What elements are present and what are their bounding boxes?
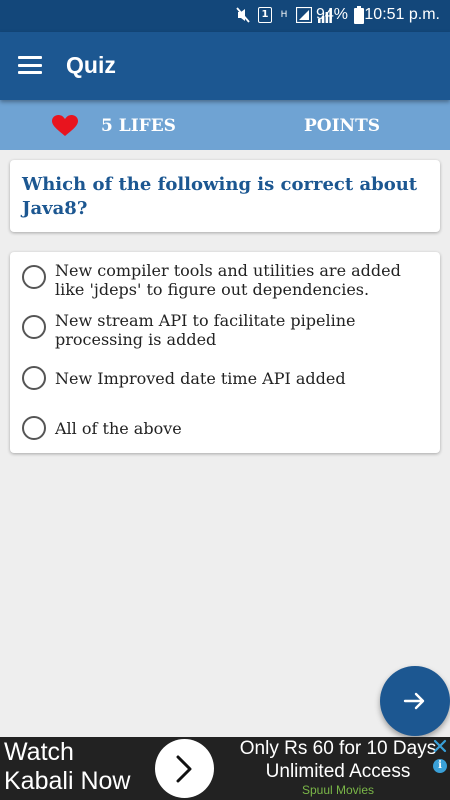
battery-percentage: 94% xyxy=(315,6,348,23)
points-label: POINTS xyxy=(304,116,381,136)
question-card: Which of the following is correct about … xyxy=(10,160,440,232)
ad-offer-line2: Unlimited Access xyxy=(265,761,411,782)
battery-icon xyxy=(354,6,364,24)
option-label: New stream API to facilitate pipeline pr… xyxy=(55,311,356,349)
radio-button-icon[interactable] xyxy=(22,416,46,440)
ad-headline-line1: Watch xyxy=(4,738,74,766)
option-label: New Improved date time API added xyxy=(55,369,346,388)
option-label: New compiler tools and utilities are add… xyxy=(55,261,401,299)
network-type-icon: H xyxy=(280,10,288,20)
sim-badge: 1 xyxy=(258,7,272,23)
clock: 10:51 p.m. xyxy=(364,6,440,23)
answer-option-3[interactable]: New Improved date time API added xyxy=(22,366,432,392)
radio-button-icon[interactable] xyxy=(22,366,46,390)
radio-button-icon[interactable] xyxy=(22,265,46,289)
chevron-right-icon xyxy=(176,755,192,783)
options-card: New compiler tools and utilities are add… xyxy=(10,252,440,453)
ad-sponsor: Spuul Movies xyxy=(301,783,375,797)
info-icon[interactable]: i xyxy=(433,759,447,773)
heart-icon xyxy=(52,115,78,137)
mute-icon xyxy=(236,7,250,23)
answer-option-2[interactable]: New stream API to facilitate pipeline pr… xyxy=(22,311,432,351)
page-title: Quiz xyxy=(66,52,116,78)
close-icon[interactable] xyxy=(433,738,447,753)
ad-offer-line1: Only Rs 60 for 10 Days xyxy=(239,738,437,759)
option-label: All of the above xyxy=(55,419,182,438)
app-bar: Quiz xyxy=(0,32,450,100)
radio-button-icon[interactable] xyxy=(22,315,46,339)
lives-count: 5 LIFES xyxy=(101,116,176,136)
answer-option-1[interactable]: New compiler tools and utilities are add… xyxy=(22,261,432,301)
hamburger-menu-icon[interactable] xyxy=(18,56,42,74)
answer-option-4[interactable]: All of the above xyxy=(22,416,432,442)
ad-headline-line2: Kabali Now xyxy=(4,767,131,795)
data-signal-icon xyxy=(296,7,312,23)
ad-banner[interactable]: Watch Kabali Now Only Rs 60 for 10 Days … xyxy=(0,737,450,800)
ad-headline: Watch Kabali Now xyxy=(4,738,130,796)
status-bar: 1 H 94% 10:51 p.m. xyxy=(0,0,450,32)
ad-action-button[interactable] xyxy=(155,739,214,798)
next-question-button[interactable] xyxy=(380,666,450,736)
score-bar: 5 LIFES POINTS xyxy=(0,100,450,150)
arrow-right-icon xyxy=(403,692,425,710)
question-text: Which of the following is correct about … xyxy=(22,174,418,219)
